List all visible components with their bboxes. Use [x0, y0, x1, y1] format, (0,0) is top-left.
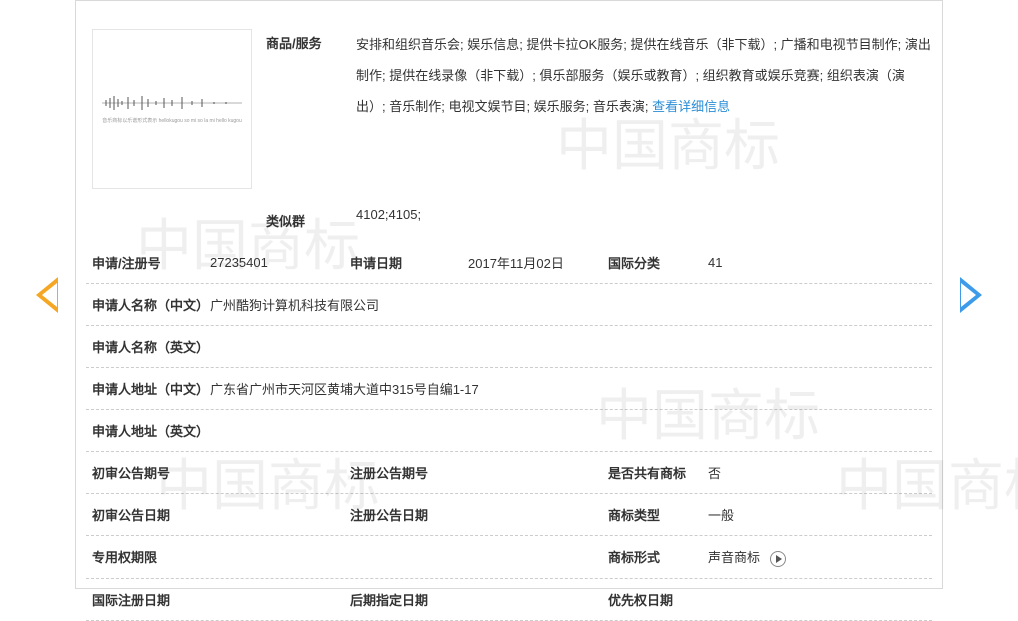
- similar-label: 类似群: [266, 207, 356, 230]
- prelim-no-label: 初审公告期号: [92, 463, 210, 482]
- tm-type-label: 商标类型: [608, 505, 708, 524]
- next-arrow[interactable]: [960, 277, 982, 313]
- table-row: 申请人地址（中文） 广东省广州市天河区黄埔大道中315号自编1-17: [86, 368, 932, 410]
- goods-label: 商品/服务: [266, 29, 356, 52]
- table-row: 初审公告日期 注册公告日期 商标类型 一般: [86, 494, 932, 536]
- prev-arrow[interactable]: [36, 277, 58, 313]
- reg-pub-no-label: 注册公告期号: [350, 463, 468, 482]
- app-addr-en-label: 申请人地址（英文）: [92, 421, 210, 440]
- thumb-caption: 音乐商标以乐谱形式表示 hellokugou so mi so la mi he…: [98, 118, 246, 124]
- table-row: 初审公告期号 注册公告期号 是否共有商标 否: [86, 452, 932, 494]
- app-name-cn-value: 广州酷狗计算机科技有限公司: [210, 295, 926, 314]
- similar-value: 4102;4105;: [356, 207, 932, 230]
- tm-type-value: 一般: [708, 505, 926, 524]
- prelim-date-label: 初审公告日期: [92, 505, 210, 524]
- priority-date-label: 优先权日期: [608, 590, 708, 609]
- goods-text: 安排和组织音乐会; 娱乐信息; 提供卡拉OK服务; 提供在线音乐（非下载）; 广…: [356, 37, 931, 114]
- intl-reg-date-label: 国际注册日期: [92, 590, 210, 609]
- app-name-en-label: 申请人名称（英文）: [92, 337, 210, 356]
- table-row: 国际注册日期 后期指定日期 优先权日期: [86, 579, 932, 621]
- app-date-value: 2017年11月02日: [468, 253, 608, 272]
- reg-no-value: 27235401: [210, 255, 350, 270]
- trademark-image: 音乐商标以乐谱形式表示 hellokugou so mi so la mi he…: [92, 29, 252, 189]
- goods-value: 安排和组织音乐会; 娱乐信息; 提供卡拉OK服务; 提供在线音乐（非下载）; 广…: [356, 29, 932, 123]
- tm-form-text: 声音商标: [708, 550, 760, 565]
- table-row: 申请/注册号 27235401 申请日期 2017年11月02日 国际分类 41: [86, 242, 932, 284]
- detail-panel: 中国商标 中国商标 中国商标 中国商标 中国商标 音乐商标以乐谱形式表示 he: [75, 0, 943, 589]
- table-row: 申请人名称（中文） 广州酷狗计算机科技有限公司: [86, 284, 932, 326]
- excl-period-label: 专用权期限: [92, 547, 210, 566]
- table-row: 申请人地址（英文）: [86, 410, 932, 452]
- reg-pub-date-label: 注册公告日期: [350, 505, 468, 524]
- app-addr-cn-value: 广东省广州市天河区黄埔大道中315号自编1-17: [210, 379, 926, 398]
- shared-value: 否: [708, 463, 926, 482]
- app-addr-cn-label: 申请人地址（中文）: [92, 379, 210, 398]
- reg-no-label: 申请/注册号: [92, 253, 210, 272]
- play-icon[interactable]: [770, 551, 786, 567]
- shared-label: 是否共有商标: [608, 463, 708, 482]
- waveform-icon: [102, 94, 242, 112]
- intl-class-label: 国际分类: [608, 253, 708, 272]
- later-date-label: 后期指定日期: [350, 590, 468, 609]
- detail-link[interactable]: 查看详细信息: [652, 99, 730, 114]
- app-name-cn-label: 申请人名称（中文）: [92, 295, 210, 314]
- tm-form-label: 商标形式: [608, 547, 708, 566]
- tm-form-value: 声音商标: [708, 547, 926, 567]
- app-date-label: 申请日期: [350, 253, 468, 272]
- table-row: 申请人名称（英文）: [86, 326, 932, 368]
- table-row: 专用权期限 商标形式 声音商标: [86, 536, 932, 579]
- intl-class-value: 41: [708, 255, 926, 270]
